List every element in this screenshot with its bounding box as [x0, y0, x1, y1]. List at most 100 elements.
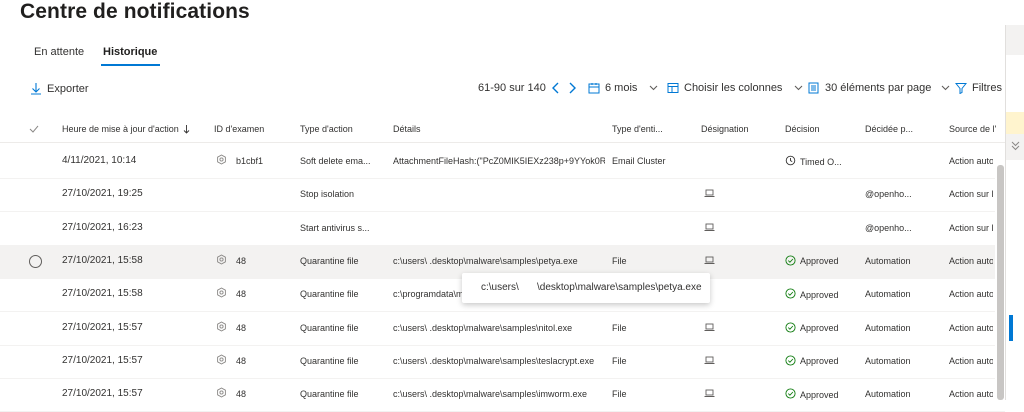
device-icon[interactable] [704, 356, 715, 367]
cell-time: 4/11/2021, 10:14 [62, 155, 137, 166]
cell-decided-by: Automation [865, 389, 911, 400]
investigation-icon [216, 387, 227, 400]
tooltip-path-end: \desktop\malware\samples\petya.exe [537, 282, 702, 293]
side-panel-collapse[interactable] [1006, 134, 1024, 160]
cell-source: Action auto [949, 289, 993, 300]
cell-action-type: Start antivirus s... [300, 222, 370, 233]
side-panel-scroll-indicator [1009, 315, 1013, 341]
check-circle-icon [785, 388, 800, 401]
cell-details: AttachmentFileHash:("PcZ0MIK5IEXz238p+9Y… [393, 156, 605, 166]
cell-action-type: Quarantine file [300, 322, 359, 333]
column-header-time[interactable]: Heure de mise à jour d'action [62, 124, 179, 134]
table-row[interactable]: 4/11/2021, 10:14 b1cbf1 Soft delete ema...… [0, 145, 1005, 179]
row-select-radio[interactable] [29, 254, 42, 268]
chevron-left-icon[interactable] [551, 82, 561, 94]
cell-investigation-id[interactable]: 48 [236, 289, 246, 299]
cell-time: 27/10/2021, 19:25 [62, 188, 143, 200]
scrollbar-thumb[interactable] [997, 165, 1004, 400]
device-icon[interactable] [704, 189, 715, 200]
cell-investigation-id[interactable]: 48 [236, 356, 246, 366]
investigation-icon [216, 320, 227, 334]
cell-decision: Approved [785, 355, 839, 368]
cell-decision: Timed O... [785, 155, 842, 168]
device-icon[interactable] [704, 389, 715, 400]
cell-details: c:\users\ .desktop\malware\samples\nitol… [393, 322, 573, 333]
filter-icon [955, 83, 967, 94]
cell-entity-type: Email Cluster [612, 156, 666, 166]
decision-label: Approved [800, 389, 839, 400]
clock-icon [785, 155, 800, 168]
items-per-page-dropdown[interactable]: 30 éléments par page [808, 82, 950, 94]
cell-investigation-id[interactable]: b1cbf1 [236, 156, 263, 166]
side-panel-header [1006, 25, 1024, 55]
cell-action-type: Quarantine file [300, 255, 359, 266]
cell-entity-type: File [612, 355, 627, 366]
chevron-right-icon[interactable] [567, 82, 577, 94]
cell-decided-by: Automation [865, 255, 911, 266]
investigation-icon [216, 154, 227, 167]
chevron-down-icon [942, 85, 950, 91]
filters-button[interactable]: Filtres [955, 82, 1002, 94]
check-circle-icon [785, 255, 800, 268]
column-header-source[interactable]: Source de l' [949, 124, 996, 134]
chevron-double-down-icon [1011, 141, 1020, 151]
investigation-icon [216, 354, 227, 367]
cell-entity-type: File [612, 322, 627, 333]
export-label: Exporter [47, 82, 89, 95]
cell-source: Action auto [949, 322, 993, 333]
column-header-entity-type[interactable]: Type d'enti... [612, 124, 663, 134]
cell-action-type: Quarantine file [300, 289, 359, 300]
column-header-investigation-id[interactable]: ID d'examen [214, 124, 264, 134]
sort-down-icon[interactable] [183, 124, 190, 134]
table-row[interactable]: 27/10/2021, 15:57 48 Quarantine file c:\use… [0, 312, 1005, 346]
cell-source: Action auto [949, 255, 993, 266]
download-icon [31, 83, 41, 95]
table-row[interactable]: 27/10/2021, 16:23 Start antivirus s... @op… [0, 212, 1005, 246]
cell-time: 27/10/2021, 15:57 [62, 321, 143, 333]
column-header-designation[interactable]: Désignation [701, 124, 749, 134]
cell-source: Action auto [949, 389, 993, 400]
cell-source: Action auto [949, 156, 993, 166]
choose-columns-dropdown[interactable]: Choisir les colonnes [667, 82, 803, 94]
decision-label: Approved [800, 356, 839, 367]
list-icon [808, 82, 819, 94]
calendar-icon [588, 83, 600, 94]
cell-decision: Approved [785, 321, 839, 335]
cell-time: 27/10/2021, 16:23 [62, 221, 143, 233]
tab-history[interactable]: Historique [100, 44, 161, 68]
tab-pending[interactable]: En attente [34, 44, 84, 68]
details-tooltip: c:\users\ \desktop\malware\samples\petya… [462, 273, 710, 303]
table-row[interactable]: 27/10/2021, 15:57 48 Quarantine file c:\use… [0, 345, 1005, 379]
check-circle-icon [785, 288, 800, 301]
side-panel-highlight [1006, 112, 1024, 134]
tooltip-path-start: c:\users\ [481, 282, 519, 293]
cell-action-type: Stop isolation [300, 189, 355, 200]
investigation-icon [216, 287, 227, 300]
cell-investigation-id[interactable]: 48 [236, 323, 246, 333]
cell-entity-type: File [612, 255, 627, 266]
table-row[interactable]: 27/10/2021, 15:57 48 Quarantine file c:\use… [0, 378, 1005, 412]
cell-entity-type: File [612, 389, 627, 400]
device-icon[interactable] [704, 323, 715, 334]
pagination-label: 61-90 sur 140 [478, 82, 546, 94]
chevron-down-icon [650, 85, 658, 91]
cell-investigation-id[interactable]: 48 [236, 389, 246, 399]
cell-decision: Approved [785, 288, 839, 301]
cell-investigation-id[interactable]: 48 [236, 256, 246, 266]
column-header-action-type[interactable]: Type d'action [300, 124, 353, 134]
export-button[interactable]: Exporter [30, 82, 89, 95]
column-header-decided-by[interactable]: Décidée p... [865, 124, 913, 134]
column-header-decision[interactable]: Décision [785, 124, 820, 134]
table-header: Heure de mise à jour d'action ID d'exame… [0, 118, 1024, 143]
range-dropdown[interactable]: 6 mois [588, 82, 658, 94]
checkmark-icon[interactable] [29, 125, 39, 133]
per-page-label: 30 éléments par page [825, 82, 932, 94]
toolbar: Exporter 61-90 sur 140 6 mois Choisir le… [0, 78, 1024, 102]
column-header-details[interactable]: Détails [393, 124, 421, 134]
device-icon[interactable] [704, 256, 715, 267]
cell-time: 27/10/2021, 15:57 [62, 388, 143, 400]
device-icon[interactable] [704, 223, 715, 234]
cell-decided-by: Automation [865, 289, 911, 300]
page-title: Centre de notifications [20, 0, 250, 23]
table-row[interactable]: 27/10/2021, 19:25 Stop isolation @openho..… [0, 178, 1005, 213]
